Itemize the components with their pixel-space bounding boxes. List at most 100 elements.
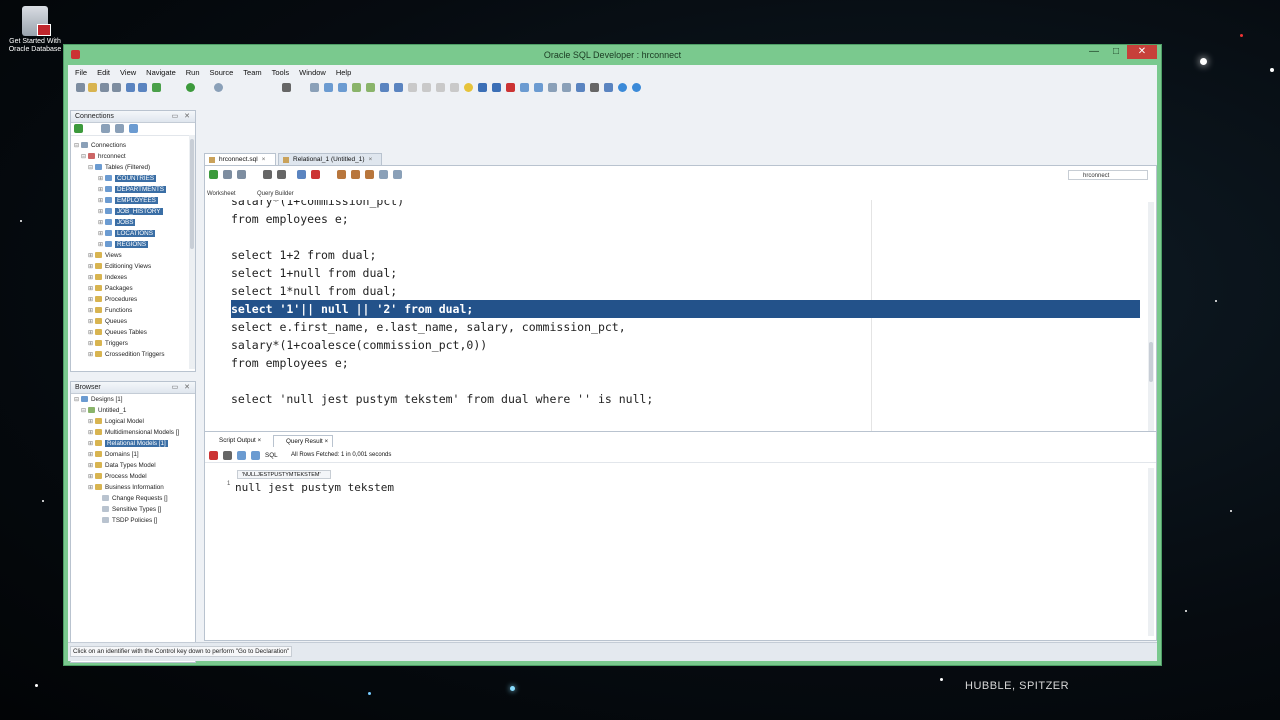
code-line[interactable]: salary*(1+commission_pct): [231, 200, 404, 210]
code-line[interactable]: select 1*null from dual;: [231, 282, 397, 300]
panel-controls[interactable]: ▭ ✕: [172, 382, 192, 393]
menu-help[interactable]: Help: [331, 65, 356, 79]
grid2-icon[interactable]: [492, 83, 501, 92]
tree-node[interactable]: ⊞ Packages: [88, 283, 133, 294]
run-script-icon[interactable]: [223, 170, 232, 179]
tab-query-result[interactable]: Query Result ×: [273, 435, 334, 447]
tree-table[interactable]: ⊞ JOB_HISTORY: [98, 206, 163, 217]
menu-file[interactable]: File: [70, 65, 92, 79]
connections-scrollbar[interactable]: [189, 135, 195, 369]
tree-connection[interactable]: ⊟ hrconnect: [81, 151, 126, 162]
tree-browser-item[interactable]: ⊞ Data Types Model: [88, 460, 156, 471]
entity-icon[interactable]: [366, 83, 375, 92]
undo-icon[interactable]: [126, 83, 135, 92]
save-icon[interactable]: [100, 83, 109, 92]
menu-run[interactable]: Run: [181, 65, 205, 79]
tree-node[interactable]: ⊞ Queues: [88, 316, 127, 327]
tree-connections-root[interactable]: ⊟ Connections: [74, 140, 126, 151]
tree-designs[interactable]: ⊟ Designs [1]: [74, 394, 123, 405]
nav-forward-icon[interactable]: [632, 83, 641, 92]
tree-browser-item[interactable]: TSDP Policies []: [95, 515, 157, 526]
tree-table[interactable]: ⊞ EMPLOYEES: [98, 195, 158, 206]
commit-icon[interactable]: [277, 170, 286, 179]
refresh-icon[interactable]: [237, 451, 246, 460]
cancel-icon[interactable]: [311, 170, 320, 179]
maximize-button[interactable]: □: [1105, 45, 1127, 59]
menu-edit[interactable]: Edit: [92, 65, 115, 79]
code-line[interactable]: select e.first_name, e.last_name, salary…: [231, 318, 626, 336]
history-icon[interactable]: [379, 170, 388, 179]
editor-scrollbar[interactable]: [1148, 202, 1154, 436]
close-button[interactable]: ✕: [1127, 45, 1157, 59]
tree-node[interactable]: ⊞ Views: [88, 250, 122, 261]
arrow2-icon[interactable]: [422, 83, 431, 92]
note-icon[interactable]: [464, 83, 473, 92]
connection-select[interactable]: hrconnect: [1068, 170, 1148, 180]
tree-node[interactable]: ⊞ Triggers: [88, 338, 128, 349]
tree-browser-item[interactable]: Sensitive Types []: [95, 504, 161, 515]
sql-icon[interactable]: [310, 83, 319, 92]
minimize-button[interactable]: —: [1083, 45, 1105, 59]
open-icon[interactable]: [88, 83, 97, 92]
view-icon[interactable]: [338, 83, 347, 92]
arrow4-icon[interactable]: [450, 83, 459, 92]
run-statement-icon[interactable]: [209, 170, 218, 179]
tree-table[interactable]: ⊞ COUNTRIES: [98, 173, 157, 184]
tree-design[interactable]: ⊟ Untitled_1: [81, 405, 126, 416]
sql-icon[interactable]: [251, 451, 260, 460]
tab-sql-worksheet[interactable]: hrconnect.sql ×: [204, 153, 276, 165]
export-icon[interactable]: [604, 83, 613, 92]
code-editor[interactable]: salary*(1+commission_pct) from employees…: [205, 200, 1148, 438]
schema-browser-icon[interactable]: [129, 124, 138, 133]
tab-script-output[interactable]: Script Output ×: [207, 435, 265, 446]
subtab-query-builder[interactable]: Query Builder: [257, 191, 294, 197]
desktop-shortcut[interactable]: Get Started With Oracle Database: [6, 6, 64, 54]
tree-node[interactable]: ⊞ Indexes: [88, 272, 127, 283]
tree-browser-item[interactable]: ⊞ Business Information: [88, 482, 164, 493]
tree-table[interactable]: ⊞ REGIONS: [98, 239, 149, 250]
results-scrollbar[interactable]: [1148, 468, 1154, 636]
refresh-icon[interactable]: [101, 124, 110, 133]
tab-relational-model[interactable]: Relational_1 (Untitled_1) ×: [278, 153, 382, 165]
autotrace-icon[interactable]: [237, 170, 246, 179]
menu-window[interactable]: Window: [294, 65, 331, 79]
new-icon[interactable]: [76, 83, 85, 92]
code-line[interactable]: from employees e;: [231, 354, 349, 372]
title-bar[interactable]: Oracle SQL Developer : hrconnect — □ ✕: [64, 45, 1161, 65]
tree-node[interactable]: ⊞ Procedures: [88, 294, 137, 305]
code-line-selected[interactable]: select '1'|| null || '2' from dual;: [231, 300, 1140, 318]
tree-tables-node[interactable]: ⊟ Tables (Filtered): [88, 162, 150, 173]
link-icon[interactable]: [394, 83, 403, 92]
code-line[interactable]: select 'null jest pustym tekstem' from d…: [231, 390, 653, 408]
print-icon[interactable]: [282, 83, 291, 92]
nav-back-icon[interactable]: [618, 83, 627, 92]
arrow-icon[interactable]: [408, 83, 417, 92]
filter-icon[interactable]: [115, 124, 124, 133]
engineer-icon[interactable]: [576, 83, 585, 92]
code-line[interactable]: select 1+null from dual;: [231, 264, 397, 282]
tree-browser-item[interactable]: ⊞ Process Model: [88, 471, 147, 482]
save-all-icon[interactable]: [112, 83, 121, 92]
menu-view[interactable]: View: [115, 65, 141, 79]
tree-browser-item[interactable]: Change Requests []: [95, 493, 168, 504]
print-icon[interactable]: [223, 451, 232, 460]
subtab-worksheet[interactable]: Worksheet: [207, 191, 236, 197]
delete-icon[interactable]: [506, 83, 515, 92]
menu-team[interactable]: Team: [238, 65, 266, 79]
code-line[interactable]: salary*(1+coalesce(commission_pct,0)): [231, 336, 487, 354]
tree-node[interactable]: ⊞ Queues Tables: [88, 327, 147, 338]
rollback-icon[interactable]: [297, 170, 306, 179]
tree-table[interactable]: ⊞ DEPARTMENTS: [98, 184, 166, 195]
arrow3-icon[interactable]: [436, 83, 445, 92]
menu-tools[interactable]: Tools: [267, 65, 295, 79]
panel-controls[interactable]: ▭ ✕: [172, 111, 192, 122]
layout-icon[interactable]: [562, 83, 571, 92]
redo-icon[interactable]: [138, 83, 147, 92]
sql-tuning-icon[interactable]: [337, 170, 346, 179]
code-line[interactable]: from employees e;: [231, 210, 349, 228]
printer-icon[interactable]: [590, 83, 599, 92]
tab-close-icon[interactable]: ×: [262, 156, 266, 163]
relation-icon[interactable]: [380, 83, 389, 92]
menu-navigate[interactable]: Navigate: [141, 65, 181, 79]
pin-icon[interactable]: [209, 451, 218, 460]
